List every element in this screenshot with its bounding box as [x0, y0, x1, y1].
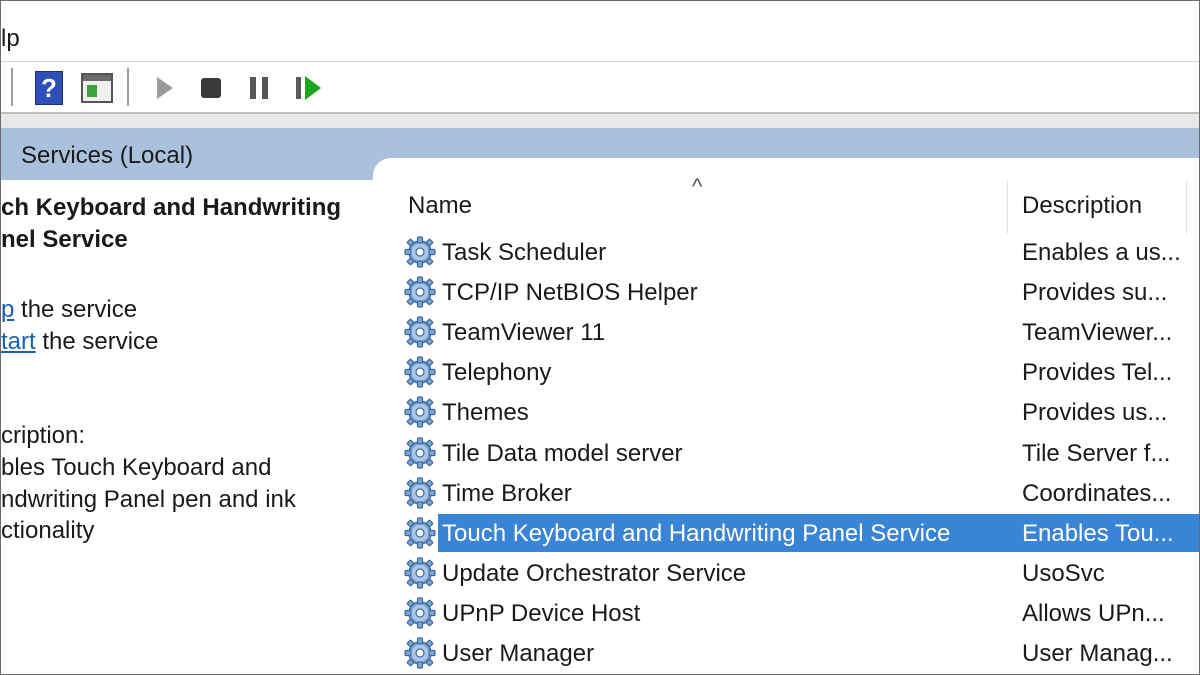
service-gear-icon — [404, 316, 436, 348]
service-description: TeamViewer... — [1022, 319, 1173, 347]
column-divider[interactable] — [1186, 180, 1187, 234]
service-gear-icon — [404, 476, 436, 509]
help-icon: ? — [35, 71, 63, 105]
table-row[interactable]: Themes Provides us... — [396, 392, 1199, 432]
show-hide-pane-icon — [81, 73, 113, 103]
table-row[interactable]: UPnP Device Host Allows UPn... — [396, 593, 1199, 633]
column-header-name[interactable]: Name — [408, 192, 472, 220]
toolbar: ? — [1, 62, 1199, 114]
stop-link-rest: the service — [14, 296, 138, 323]
service-gear-icon — [404, 557, 436, 589]
service-title-line: nel Service — [1, 226, 128, 253]
page-title: Services (Local) — [21, 142, 194, 169]
show-hide-pane-button[interactable] — [79, 70, 115, 106]
restart-link-rest: the service — [35, 328, 159, 355]
resume-icon — [296, 76, 322, 100]
pause-icon — [250, 77, 268, 99]
service-gear-icon — [404, 637, 436, 669]
service-name: Touch Keyboard and Handwriting Panel Ser… — [442, 519, 951, 547]
table-row[interactable]: Tile Data model server Tile Server f... — [396, 433, 1199, 473]
service-description: Provides su... — [1022, 279, 1168, 307]
column-header-description[interactable]: Description — [1022, 192, 1142, 220]
console-header: Services (Local) — [1, 128, 1199, 180]
service-name: Themes — [442, 399, 529, 427]
service-description: Enables a us... — [1022, 239, 1181, 266]
table-row[interactable]: TeamViewer 11 TeamViewer... — [396, 312, 1199, 352]
table-row[interactable]: User Manager User Manag... — [396, 633, 1199, 673]
services-window: lp ? Services (Local) ch Keyboard and Ha… — [0, 0, 1200, 675]
table-row[interactable]: Touch Keyboard and Handwriting Panel Ser… — [396, 513, 1199, 553]
restart-service-action: tart the service — [1, 328, 158, 356]
service-gear-icon — [404, 276, 436, 308]
help-button[interactable]: ? — [31, 70, 67, 106]
service-description: Enables Tou... — [1022, 519, 1174, 547]
description-label: cription: — [1, 422, 86, 449]
description-text: bles Touch Keyboard and ndwriting Panel p… — [1, 452, 371, 547]
service-name: Update Orchestrator Service — [442, 559, 747, 587]
service-name: Telephony — [442, 359, 552, 387]
extended-tab-background — [373, 158, 1199, 180]
toolbar-separator — [127, 68, 129, 106]
stop-icon — [201, 78, 221, 98]
description-text-line: bles Touch Keyboard and — [1, 454, 272, 481]
service-gear-icon — [404, 516, 436, 549]
column-divider[interactable] — [1007, 180, 1008, 234]
service-description: Provides us... — [1022, 399, 1168, 427]
service-description: UsoSvc — [1022, 559, 1105, 587]
service-name: User Manager — [442, 640, 595, 667]
service-name: UPnP Device Host — [442, 599, 641, 627]
toolbar-band — [1, 114, 1199, 128]
table-row[interactable]: Telephony Provides Tel... — [396, 352, 1199, 392]
menu-bar: lp — [1, 1, 1199, 62]
start-service-button[interactable] — [147, 70, 183, 106]
service-gear-icon — [404, 236, 436, 268]
service-description: Allows UPn... — [1022, 599, 1165, 627]
service-description: User Manag... — [1022, 640, 1173, 667]
service-gear-icon — [404, 436, 436, 469]
service-title-line: ch Keyboard and Handwriting — [1, 194, 342, 221]
service-name: Task Scheduler — [442, 239, 607, 266]
detail-pane: ch Keyboard and Handwriting nel Service p… — [1, 180, 386, 674]
service-name: Tile Data model server — [442, 439, 683, 467]
table-row[interactable]: Update Orchestrator Service UsoSvc — [396, 553, 1199, 593]
toolbar-separator — [11, 68, 13, 106]
stop-service-button[interactable] — [193, 70, 229, 106]
stop-service-action: p the service — [1, 296, 137, 324]
service-gear-icon — [404, 396, 436, 429]
description-text-line: ctionality — [1, 517, 95, 544]
sort-ascending-icon: ^ — [692, 174, 703, 199]
service-name: Time Broker — [442, 479, 572, 507]
service-gear-icon — [404, 356, 436, 389]
service-description: Coordinates... — [1022, 479, 1172, 507]
service-gear-icon — [404, 597, 436, 629]
service-description: Provides Tel... — [1022, 359, 1173, 387]
table-row[interactable]: Task Scheduler Enables a us... — [396, 232, 1199, 272]
service-title: ch Keyboard and Handwriting nel Service — [1, 192, 371, 256]
description-text-line: ndwriting Panel pen and ink — [1, 485, 296, 513]
menu-help[interactable]: lp — [1, 25, 20, 53]
service-name: TeamViewer 11 — [442, 319, 606, 347]
stop-link[interactable]: p — [1, 296, 14, 323]
service-description: Tile Server f... — [1022, 439, 1171, 467]
resume-service-button[interactable] — [291, 70, 327, 106]
table-row[interactable]: Time Broker Coordinates... — [396, 473, 1199, 513]
pause-service-button[interactable] — [241, 70, 277, 106]
services-list: ^ Name Description Task Scheduler Enables… — [396, 174, 1199, 674]
service-name: TCP/IP NetBIOS Helper — [442, 279, 698, 307]
restart-link[interactable]: tart — [1, 328, 36, 355]
table-row[interactable]: TCP/IP NetBIOS Helper Provides su... — [396, 272, 1199, 312]
play-icon — [157, 77, 173, 99]
